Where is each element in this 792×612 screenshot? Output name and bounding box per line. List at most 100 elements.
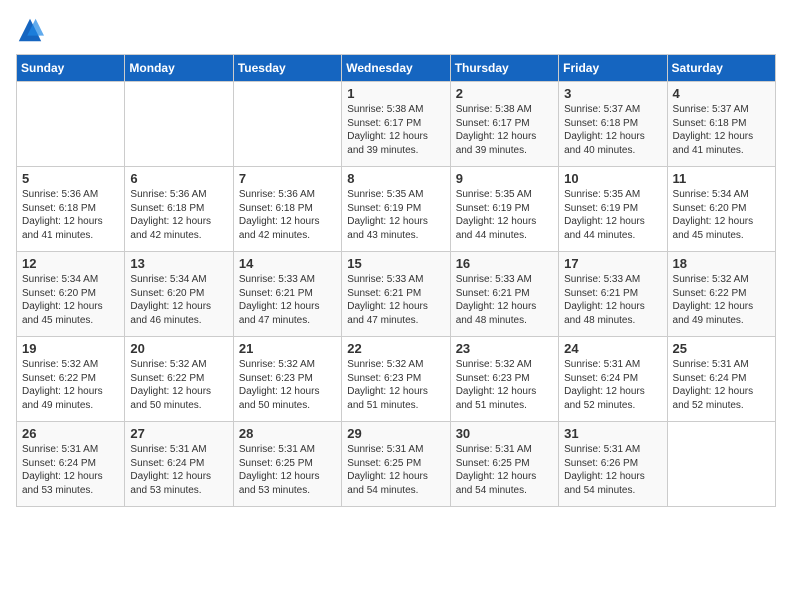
day-cell [17, 82, 125, 167]
day-number: 27 [130, 426, 227, 441]
week-row-4: 19 Sunrise: 5:32 AMSunset: 6:22 PMDayligh… [17, 337, 776, 422]
day-info: Sunrise: 5:36 AMSunset: 6:18 PMDaylight:… [22, 188, 119, 242]
day-info: Sunrise: 5:34 AMSunset: 6:20 PMDaylight:… [130, 273, 227, 327]
day-info: Sunrise: 5:34 AMSunset: 6:20 PMDaylight:… [22, 273, 119, 327]
day-info: Sunrise: 5:35 AMSunset: 6:19 PMDaylight:… [564, 188, 661, 242]
day-cell [125, 82, 233, 167]
col-header-monday: Monday [125, 55, 233, 82]
day-info: Sunrise: 5:32 AMSunset: 6:23 PMDaylight:… [456, 358, 553, 412]
day-number: 20 [130, 341, 227, 356]
day-cell: 1Sunrise: 5:38 AMSunset: 6:17 PMDaylight… [342, 82, 450, 167]
day-number: 26 [22, 426, 119, 441]
col-header-tuesday: Tuesday [233, 55, 341, 82]
day-cell: 8 Sunrise: 5:35 AMSunset: 6:19 PMDaylight… [342, 167, 450, 252]
day-info: Sunrise: 5:31 AMSunset: 6:26 PMDaylight:… [564, 443, 661, 497]
day-info: Sunrise: 5:31 AMSunset: 6:25 PMDaylight:… [239, 443, 336, 497]
day-cell: 7 Sunrise: 5:36 AMSunset: 6:18 PMDaylight… [233, 167, 341, 252]
day-number: 31 [564, 426, 661, 441]
day-number: 3 [564, 86, 661, 101]
day-number: 17 [564, 256, 661, 271]
day-number: 22 [347, 341, 444, 356]
day-number: 23 [456, 341, 553, 356]
day-number: 8 [347, 171, 444, 186]
col-header-sunday: Sunday [17, 55, 125, 82]
day-info: Sunrise: 5:34 AMSunset: 6:20 PMDaylight:… [673, 188, 770, 242]
day-cell: 17 Sunrise: 5:33 AMSunset: 6:21 PMDayligh… [559, 252, 667, 337]
col-header-thursday: Thursday [450, 55, 558, 82]
day-cell: 4 Sunrise: 5:37 AMSunset: 6:18 PMDaylight… [667, 82, 775, 167]
day-info: Sunrise: 5:33 AMSunset: 6:21 PMDaylight:… [239, 273, 336, 327]
day-cell: 3 Sunrise: 5:37 AMSunset: 6:18 PMDaylight… [559, 82, 667, 167]
day-cell: 31 Sunrise: 5:31 AMSunset: 6:26 PMDayligh… [559, 422, 667, 507]
day-cell: 23 Sunrise: 5:32 AMSunset: 6:23 PMDayligh… [450, 337, 558, 422]
col-header-wednesday: Wednesday [342, 55, 450, 82]
day-cell: 24 Sunrise: 5:31 AMSunset: 6:24 PMDayligh… [559, 337, 667, 422]
page-header [16, 16, 776, 44]
day-cell [233, 82, 341, 167]
day-info: Sunrise: 5:33 AMSunset: 6:21 PMDaylight:… [564, 273, 661, 327]
day-number: 18 [673, 256, 770, 271]
day-number: 21 [239, 341, 336, 356]
day-info: Sunrise: 5:31 AMSunset: 6:25 PMDaylight:… [456, 443, 553, 497]
day-cell: 14Sunrise: 5:33 AMSunset: 6:21 PMDayligh… [233, 252, 341, 337]
day-cell: 26Sunrise: 5:31 AMSunset: 6:24 PMDayligh… [17, 422, 125, 507]
day-number: 28 [239, 426, 336, 441]
day-info: Sunrise: 5:38 AMSunset: 6:17 PMDaylight:… [456, 103, 553, 157]
day-info: Sunrise: 5:31 AMSunset: 6:25 PMDaylight:… [347, 443, 444, 497]
day-number: 6 [130, 171, 227, 186]
day-cell: 6 Sunrise: 5:36 AMSunset: 6:18 PMDaylight… [125, 167, 233, 252]
day-number: 4 [673, 86, 770, 101]
week-row-5: 26 Sunrise: 5:31 AMSunset: 6:24 PMDayligh… [17, 422, 776, 507]
day-cell: 11 Sunrise: 5:34 AMSunset: 6:20 PMDayligh… [667, 167, 775, 252]
day-info: Sunrise: 5:32 AMSunset: 6:22 PMDaylight:… [673, 273, 770, 327]
header-row: SundayMondayTuesdayWednesdayThursdayFrid… [17, 55, 776, 82]
day-info: Sunrise: 5:36 AMSunset: 6:18 PMDaylight:… [130, 188, 227, 242]
day-number: 2 [456, 86, 553, 101]
day-info: Sunrise: 5:35 AMSunset: 6:19 PMDaylight:… [347, 188, 444, 242]
day-info: Sunrise: 5:37 AMSunset: 6:18 PMDaylight:… [564, 103, 661, 157]
day-number: 10 [564, 171, 661, 186]
day-cell: 16Sunrise: 5:33 AMSunset: 6:21 PMDayligh… [450, 252, 558, 337]
day-info: Sunrise: 5:32 AMSunset: 6:23 PMDaylight:… [347, 358, 444, 412]
day-info: Sunrise: 5:35 AMSunset: 6:19 PMDaylight:… [456, 188, 553, 242]
day-info: Sunrise: 5:32 AMSunset: 6:22 PMDaylight:… [130, 358, 227, 412]
day-cell: 2 Sunrise: 5:38 AMSunset: 6:17 PMDaylight… [450, 82, 558, 167]
day-info: Sunrise: 5:38 AMSunset: 6:17 PMDaylight:… [347, 103, 444, 157]
day-cell: 13 Sunrise: 5:34 AMSunset: 6:20 PMDayligh… [125, 252, 233, 337]
day-number: 5 [22, 171, 119, 186]
day-cell [667, 422, 775, 507]
calendar-table: SundayMondayTuesdayWednesdayThursdayFrid… [16, 54, 776, 507]
day-cell: 10 Sunrise: 5:35 AMSunset: 6:19 PMDayligh… [559, 167, 667, 252]
week-row-3: 12 Sunrise: 5:34 AMSunset: 6:20 PMDayligh… [17, 252, 776, 337]
day-number: 9 [456, 171, 553, 186]
day-info: Sunrise: 5:37 AMSunset: 6:18 PMDaylight:… [673, 103, 770, 157]
day-number: 19 [22, 341, 119, 356]
day-info: Sunrise: 5:33 AMSunset: 6:21 PMDaylight:… [456, 273, 553, 327]
week-row-2: 5 Sunrise: 5:36 AMSunset: 6:18 PMDaylight… [17, 167, 776, 252]
day-cell: 12 Sunrise: 5:34 AMSunset: 6:20 PMDayligh… [17, 252, 125, 337]
day-info: Sunrise: 5:31 AMSunset: 6:24 PMDaylight:… [673, 358, 770, 412]
day-cell: 19 Sunrise: 5:32 AMSunset: 6:22 PMDayligh… [17, 337, 125, 422]
day-info: Sunrise: 5:33 AMSunset: 6:21 PMDaylight:… [347, 273, 444, 327]
day-number: 7 [239, 171, 336, 186]
day-cell: 28 Sunrise: 5:31 AMSunset: 6:25 PMDayligh… [233, 422, 341, 507]
day-info: Sunrise: 5:32 AMSunset: 6:22 PMDaylight:… [22, 358, 119, 412]
week-row-1: 1Sunrise: 5:38 AMSunset: 6:17 PMDaylight… [17, 82, 776, 167]
day-info: Sunrise: 5:31 AMSunset: 6:24 PMDaylight:… [564, 358, 661, 412]
day-number: 11 [673, 171, 770, 186]
day-info: Sunrise: 5:31 AMSunset: 6:24 PMDaylight:… [130, 443, 227, 497]
col-header-friday: Friday [559, 55, 667, 82]
day-info: Sunrise: 5:36 AMSunset: 6:18 PMDaylight:… [239, 188, 336, 242]
day-number: 25 [673, 341, 770, 356]
day-cell: 30 Sunrise: 5:31 AMSunset: 6:25 PMDayligh… [450, 422, 558, 507]
day-cell: 20 Sunrise: 5:32 AMSunset: 6:22 PMDayligh… [125, 337, 233, 422]
day-number: 30 [456, 426, 553, 441]
col-header-saturday: Saturday [667, 55, 775, 82]
day-cell: 27 Sunrise: 5:31 AMSunset: 6:24 PMDayligh… [125, 422, 233, 507]
day-number: 12 [22, 256, 119, 271]
day-cell: 25 Sunrise: 5:31 AMSunset: 6:24 PMDayligh… [667, 337, 775, 422]
day-cell: 5 Sunrise: 5:36 AMSunset: 6:18 PMDaylight… [17, 167, 125, 252]
logo [16, 16, 48, 44]
day-number: 13 [130, 256, 227, 271]
day-number: 24 [564, 341, 661, 356]
